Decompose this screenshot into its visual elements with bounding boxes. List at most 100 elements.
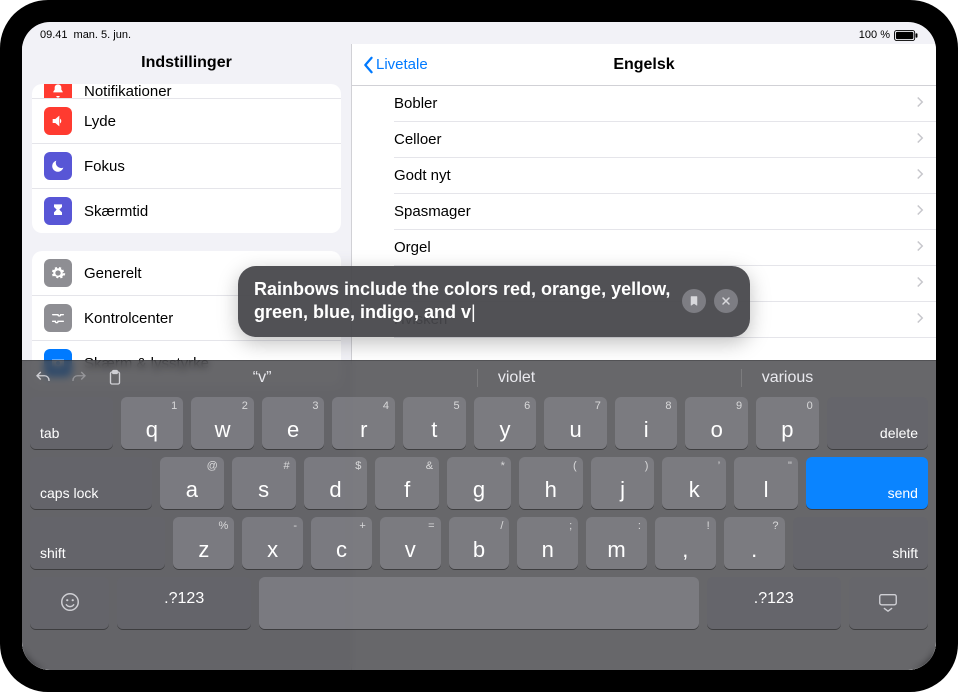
redo-button[interactable] [68,367,90,389]
ipad-frame: 09.41 man. 5. jun. 100 % Indstillinger [0,0,958,692]
key-emoji[interactable] [30,577,109,629]
key-z[interactable]: %z [173,517,234,569]
bell-icon [44,84,72,98]
key-j[interactable]: )j [591,457,655,509]
key-m[interactable]: :m [586,517,647,569]
sidebar-item-label: Generelt [84,265,142,282]
key-i[interactable]: 8i [615,397,678,449]
key-q[interactable]: 1q [121,397,184,449]
key-y[interactable]: 6y [474,397,537,449]
key-r[interactable]: 4r [332,397,395,449]
key-u[interactable]: 7u [544,397,607,449]
key-e[interactable]: 3e [262,397,325,449]
voice-label: Orgel [394,239,431,256]
status-bar: 09.41 man. 5. jun. 100 % [22,22,936,44]
suggestion[interactable]: “v” [233,369,292,387]
sidebar-item-label: Lyde [84,113,116,130]
key-w[interactable]: 2w [191,397,254,449]
key-k[interactable]: ’k [662,457,726,509]
sidebar-item-notifications[interactable]: Notifikationer [32,84,341,98]
voice-row[interactable]: Godt nyt [394,158,936,194]
suggestion[interactable]: violet [477,369,555,387]
chevron-right-icon [916,167,924,184]
battery-percentage: 100 % [859,29,890,41]
key-g[interactable]: *g [447,457,511,509]
live-speech-bubble[interactable]: Rainbows include the colors red, orange,… [238,266,750,337]
key-delete[interactable]: delete [827,397,928,449]
key-o[interactable]: 9o [685,397,748,449]
voice-row[interactable]: Spasmager [394,194,936,230]
key-send[interactable]: send [806,457,928,509]
key-capslock[interactable]: caps lock [30,457,152,509]
clipboard-button[interactable] [104,367,126,389]
key-.[interactable]: ?. [724,517,785,569]
keyboard-toolbar: “v” violet various [22,361,936,395]
key-d[interactable]: $d [304,457,368,509]
undo-button[interactable] [32,367,54,389]
sliders-icon [44,304,72,332]
chevron-right-icon [916,275,924,292]
key-n[interactable]: ;n [517,517,578,569]
keyboard-row-3: shift %z-x+c=v/b;n:m!,?.shift [30,517,928,569]
sidebar-item-screentime[interactable]: Skærmtid [32,188,341,233]
key-numbers-left[interactable]: .?123 [117,577,251,629]
key-c[interactable]: +c [311,517,372,569]
bookmark-button[interactable] [682,289,706,313]
voice-label: Spasmager [394,203,471,220]
gear-icon [44,259,72,287]
key-p[interactable]: 0p [756,397,819,449]
key-a[interactable]: @a [160,457,224,509]
sidebar-title: Indstillinger [22,44,351,84]
key-f[interactable]: &f [375,457,439,509]
keyboard-row-4: .?123 .?123 [30,577,928,629]
keyboard-row-1: tab 1q2w3e4r5t6y7u8i9o0pdelete [30,397,928,449]
status-time: 09.41 [40,29,68,41]
detail-title: Engelsk [352,56,936,74]
status-date: man. 5. jun. [74,29,131,41]
chevron-right-icon [916,311,924,328]
speaker-icon [44,107,72,135]
key-space[interactable] [259,577,698,629]
key-b[interactable]: /b [449,517,510,569]
voice-label: Godt nyt [394,167,451,184]
voice-row[interactable]: Orgel [394,230,936,266]
sidebar-item-label: Fokus [84,158,125,175]
back-button[interactable]: Livetale [352,56,438,74]
chevron-right-icon [916,203,924,220]
suggestion[interactable]: various [741,369,834,387]
close-button[interactable] [714,289,738,313]
key-shift-left[interactable]: shift [30,517,165,569]
key-,[interactable]: !, [655,517,716,569]
key-s[interactable]: #s [232,457,296,509]
chevron-right-icon [916,131,924,148]
keyboard-suggestions: “v” violet various [140,369,926,387]
live-speech-text: Rainbows include the colors red, orange,… [254,279,670,322]
sidebar-item-label: Kontrolcenter [84,310,173,327]
key-hide-keyboard[interactable] [849,577,928,629]
sidebar-item-sounds[interactable]: Lyde [32,98,341,143]
chevron-right-icon [916,95,924,112]
sidebar-item-focus[interactable]: Fokus [32,143,341,188]
moon-icon [44,152,72,180]
back-label: Livetale [376,56,428,73]
sidebar-item-label: Skærmtid [84,203,148,220]
key-h[interactable]: (h [519,457,583,509]
battery-icon [894,30,918,41]
key-v[interactable]: =v [380,517,441,569]
sidebar-group-1: Notifikationer Lyde Fokus Skærmtid [32,84,341,233]
key-x[interactable]: -x [242,517,303,569]
chevron-right-icon [916,239,924,256]
keyboard-row-2: caps lock @a#s$d&f*g(h)j’k"lsend [30,457,928,509]
key-shift-right[interactable]: shift [793,517,928,569]
sidebar-item-label: Notifikationer [84,84,172,98]
key-numbers-right[interactable]: .?123 [707,577,841,629]
screen: 09.41 man. 5. jun. 100 % Indstillinger [22,22,936,670]
voice-label: Bobler [394,95,437,112]
key-t[interactable]: 5t [403,397,466,449]
voice-row[interactable]: Bobler [394,86,936,122]
onscreen-keyboard: “v” violet various tab 1q2w3e4r5t6y7u8i9… [22,360,936,670]
voice-row[interactable]: Celloer [394,122,936,158]
key-l[interactable]: "l [734,457,798,509]
key-tab[interactable]: tab [30,397,113,449]
detail-header: Livetale Engelsk [352,44,936,86]
